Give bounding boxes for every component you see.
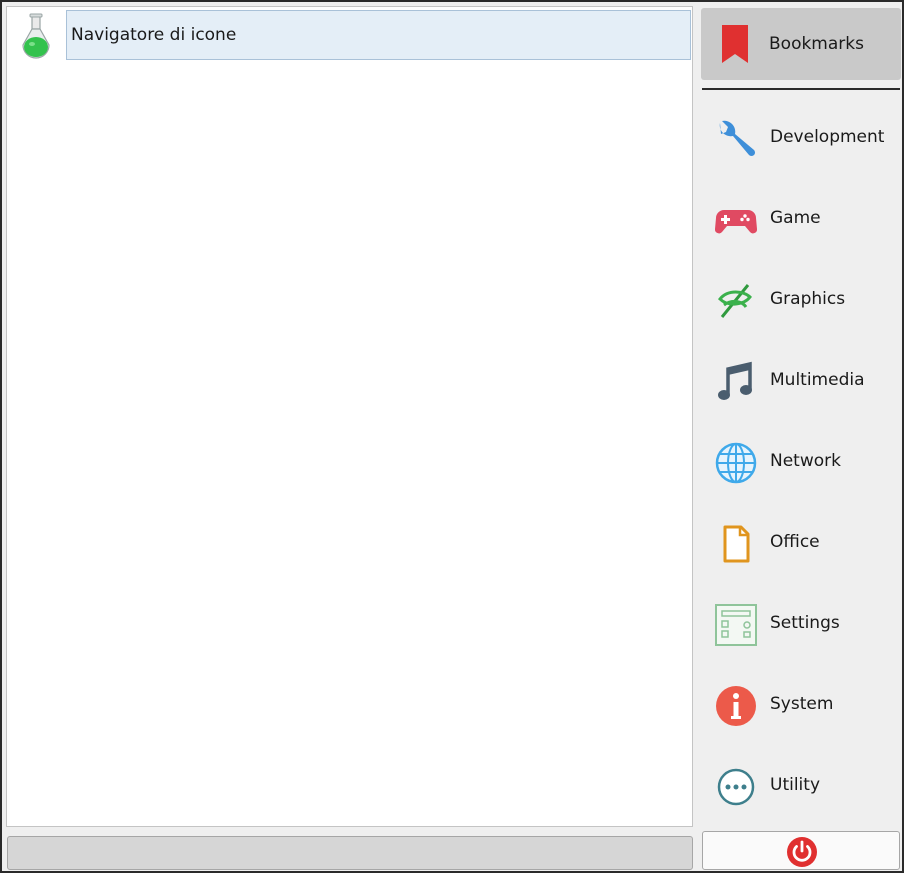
application-list: Navigatore di icone — [6, 6, 693, 827]
separator — [702, 88, 900, 90]
status-bar — [7, 836, 693, 870]
category-utility[interactable]: Utility — [700, 746, 902, 827]
category-system[interactable]: System — [700, 665, 902, 746]
bookmark-icon — [719, 25, 751, 65]
category-label: Graphics — [770, 289, 846, 309]
category-label: Utility — [770, 775, 821, 795]
bookmarks-button[interactable]: Bookmarks — [701, 8, 901, 80]
power-icon — [786, 836, 818, 868]
settings-panel-icon — [714, 603, 758, 647]
wrench-icon — [714, 117, 758, 161]
category-game[interactable]: Game — [700, 179, 902, 260]
category-network[interactable]: Network — [700, 422, 902, 503]
category-settings[interactable]: Settings — [700, 584, 902, 665]
category-label: System — [770, 694, 834, 714]
flask-icon — [19, 13, 53, 59]
music-note-icon — [714, 360, 758, 404]
category-graphics[interactable]: Graphics — [700, 260, 902, 341]
document-icon — [714, 522, 758, 566]
bookmarks-label: Bookmarks — [769, 34, 864, 54]
power-button[interactable] — [702, 831, 900, 870]
category-label: Game — [770, 208, 821, 228]
list-item[interactable]: Navigatore di icone — [7, 7, 692, 63]
graphics-icon — [714, 279, 758, 323]
category-label: Office — [770, 532, 820, 552]
globe-icon — [714, 441, 758, 485]
gamepad-icon — [714, 198, 758, 242]
category-multimedia[interactable]: Multimedia — [700, 341, 902, 422]
category-sidebar: Bookmarks Development Game Graphics Mult… — [700, 6, 902, 826]
info-icon — [714, 684, 758, 728]
category-label: Multimedia — [770, 370, 865, 390]
more-dots-icon — [714, 765, 758, 809]
category-label: Network — [770, 451, 841, 471]
list-item-label: Navigatore di icone — [66, 10, 691, 60]
category-office[interactable]: Office — [700, 503, 902, 584]
category-development[interactable]: Development — [700, 98, 902, 179]
app-menu-window: Navigatore di icone Bookmarks Developmen… — [0, 0, 904, 873]
category-label: Settings — [770, 613, 840, 633]
category-label: Development — [770, 127, 885, 147]
